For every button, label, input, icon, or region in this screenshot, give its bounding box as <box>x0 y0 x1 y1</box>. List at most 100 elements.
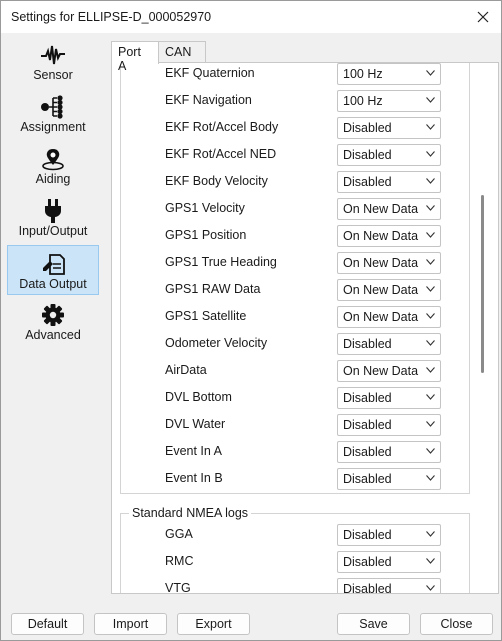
sidebar-item-assignment[interactable]: Assignment <box>7 89 99 139</box>
log-label: DVL Bottom <box>165 390 232 404</box>
log-rate-select[interactable]: Disabled <box>337 441 441 463</box>
scrollbar-thumb[interactable] <box>481 195 484 373</box>
sidebar-item-aiding[interactable]: Aiding <box>7 141 99 191</box>
chevron-down-icon <box>426 313 435 319</box>
log-label: DVL Water <box>165 417 226 431</box>
log-rate-select[interactable]: 100 Hz <box>337 90 441 112</box>
select-value: Disabled <box>343 445 392 459</box>
log-rate-select[interactable]: Disabled <box>337 551 441 573</box>
select-value: On New Data <box>343 229 419 243</box>
log-label: Event In A <box>165 444 222 458</box>
document-edit-icon <box>43 254 65 275</box>
log-label: EKF Quaternion <box>165 66 255 80</box>
chevron-down-icon <box>426 585 435 591</box>
log-label: EKF Body Velocity <box>165 174 268 188</box>
chevron-down-icon <box>426 394 435 400</box>
waveform-icon <box>41 45 65 65</box>
select-value: Disabled <box>343 582 392 594</box>
nmea-group-title: Standard NMEA logs <box>129 506 252 520</box>
chevron-down-icon <box>426 259 435 265</box>
tab-port-a[interactable]: Port A <box>111 41 159 73</box>
sidebar-item-advanced[interactable]: Advanced <box>7 297 99 347</box>
select-value: Disabled <box>343 472 392 486</box>
chevron-down-icon <box>426 448 435 454</box>
select-value: Disabled <box>343 418 392 432</box>
log-label: GPS1 Velocity <box>165 201 245 215</box>
log-rate-select[interactable]: On New Data <box>337 306 441 328</box>
sidebar-item-label: Input/Output <box>18 224 88 238</box>
log-rate-select[interactable]: Disabled <box>337 524 441 546</box>
log-label: EKF Navigation <box>165 93 252 107</box>
chevron-down-icon <box>426 70 435 76</box>
select-value: Disabled <box>343 528 392 542</box>
chevron-down-icon <box>426 205 435 211</box>
log-label: Odometer Velocity <box>165 336 268 350</box>
sidebar-item-label: Aiding <box>35 172 71 186</box>
chevron-down-icon <box>426 340 435 346</box>
tab-can[interactable]: CAN <box>158 41 206 63</box>
data-output-panel: EKF Quaternion 100 Hz EKF Navigation 100 Hz… <box>111 62 499 594</box>
log-rate-select[interactable]: On New Data <box>337 279 441 301</box>
log-rate-select[interactable]: Disabled <box>337 117 441 139</box>
log-label: GPS1 True Heading <box>165 255 277 269</box>
window-title: Settings for ELLIPSE-D_000052970 <box>11 10 212 24</box>
select-value: On New Data <box>343 283 419 297</box>
select-value: On New Data <box>343 202 419 216</box>
chevron-down-icon <box>426 232 435 238</box>
log-rate-select[interactable]: Disabled <box>337 578 441 594</box>
chevron-down-icon <box>426 421 435 427</box>
import-button[interactable]: Import <box>94 613 167 635</box>
log-rate-select[interactable]: Disabled <box>337 468 441 490</box>
export-button[interactable]: Export <box>177 613 250 635</box>
log-label: GPS1 RAW Data <box>165 282 261 296</box>
log-rate-select[interactable]: On New Data <box>337 198 441 220</box>
log-rate-select[interactable]: On New Data <box>337 252 441 274</box>
settings-window: Settings for ELLIPSE-D_000052970 Sensor … <box>0 0 502 641</box>
sidebar-item-data-output[interactable]: Data Output <box>7 245 99 295</box>
select-value: 100 Hz <box>343 67 383 81</box>
sidebar-item-label: Advanced <box>25 328 81 342</box>
select-value: On New Data <box>343 310 419 324</box>
select-value: 100 Hz <box>343 94 383 108</box>
log-rate-select[interactable]: Disabled <box>337 387 441 409</box>
chevron-down-icon <box>426 124 435 130</box>
gear-icon <box>42 304 64 326</box>
log-rate-select[interactable]: Disabled <box>337 144 441 166</box>
plug-icon <box>45 199 61 223</box>
select-value: Disabled <box>343 148 392 162</box>
close-icon <box>477 11 489 23</box>
log-label: GPS1 Position <box>165 228 247 242</box>
log-label: EKF Rot/Accel Body <box>165 120 279 134</box>
chevron-down-icon <box>426 178 435 184</box>
chevron-down-icon <box>426 367 435 373</box>
log-rate-select[interactable]: 100 Hz <box>337 63 441 85</box>
save-button[interactable]: Save <box>337 613 410 635</box>
sidebar-item-input-output[interactable]: Input/Output <box>7 193 99 243</box>
sidebar: Sensor Assignment Aiding Input/Output Da… <box>3 37 103 597</box>
chevron-down-icon <box>426 97 435 103</box>
select-value: Disabled <box>343 175 392 189</box>
chevron-down-icon <box>426 151 435 157</box>
sidebar-item-sensor[interactable]: Sensor <box>7 37 99 87</box>
default-button[interactable]: Default <box>11 613 84 635</box>
log-rate-select[interactable]: Disabled <box>337 333 441 355</box>
log-rate-select[interactable]: Disabled <box>337 414 441 436</box>
select-value: Disabled <box>343 121 392 135</box>
log-rate-select[interactable]: Disabled <box>337 171 441 193</box>
log-label: EKF Rot/Accel NED <box>165 147 277 161</box>
nmea-group: Standard NMEA logs GGA Disabled RMC Disable… <box>120 506 470 594</box>
close-button[interactable]: Close <box>420 613 493 635</box>
window-close-button[interactable] <box>471 5 495 29</box>
log-rate-select[interactable]: On New Data <box>337 225 441 247</box>
select-value: Disabled <box>343 391 392 405</box>
log-label: AirData <box>165 363 207 377</box>
chevron-down-icon <box>426 286 435 292</box>
select-value: Disabled <box>343 555 392 569</box>
chevron-down-icon <box>426 475 435 481</box>
chevron-down-icon <box>426 531 435 537</box>
select-value: On New Data <box>343 256 419 270</box>
log-label: Event In B <box>165 471 223 485</box>
log-rate-select[interactable]: On New Data <box>337 360 441 382</box>
log-label: GPS1 Satellite <box>165 309 247 323</box>
hierarchy-icon <box>41 95 63 119</box>
